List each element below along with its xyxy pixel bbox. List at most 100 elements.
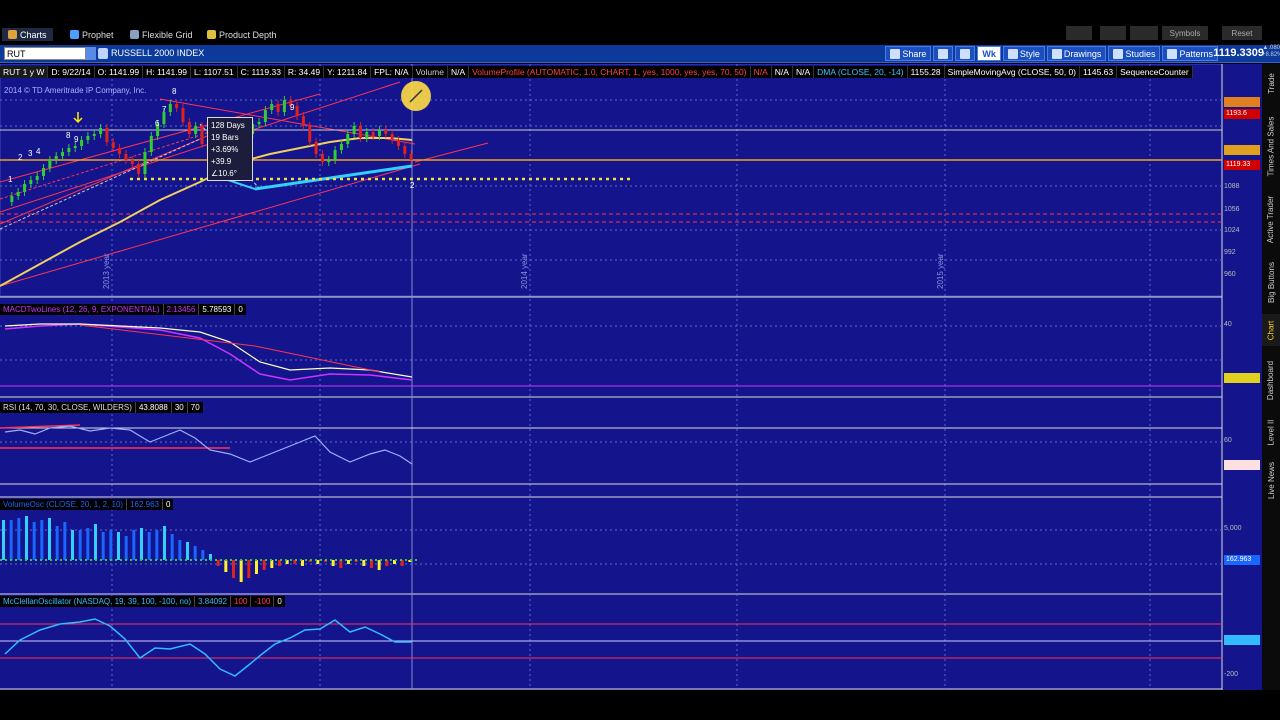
sequence-counter-label[interactable]: SequenceCounter [1117,66,1193,78]
rsi-line [4,425,413,465]
volume-osc-bar [362,560,366,566]
tooltip-days: 128 Days [211,121,245,130]
macd-study-label[interactable]: MACDTwoLines (12, 26, 9, EXPONENTIAL) [0,304,163,315]
candle-body [320,154,324,162]
candle-body [371,132,375,136]
wave-label: 2 [410,181,415,190]
share-button[interactable]: Share [885,46,932,61]
side-tab-trade[interactable]: Trade [1262,66,1280,100]
link-icon[interactable] [98,48,108,59]
studies-button[interactable]: Studies [1108,46,1161,61]
wave-label: 2 [18,153,23,162]
mcclellan-study-label[interactable]: McClellanOscillator (NASDAQ, 19, 39, 100… [0,596,195,607]
volume-osc-axis-label: 5,000 [1224,525,1242,532]
reset-button[interactable]: Reset [1222,26,1262,40]
tab-flexible-grid[interactable]: Flexible Grid [130,28,193,41]
volume-profile-study-label[interactable]: VolumeProfile (AUTOMATIC, 1.0, CHART, 1,… [469,66,751,78]
side-tab-dashboard[interactable]: Dashboard [1262,354,1280,406]
price-badge-sma: 1145.63 [1224,145,1260,155]
volume-osc-bar [224,560,228,572]
candle-body [86,136,90,140]
side-tab-label: Dashboard [1266,360,1276,400]
side-tab-active-trader[interactable]: Active Trader [1262,188,1280,250]
volume-osc-badge: 162.963 [1224,555,1260,565]
candle-body [181,108,185,122]
sma-study-label[interactable]: SimpleMovingAvg (CLOSE, 50, 0) [944,66,1081,78]
share-label: Share [902,48,927,59]
candle-body [143,152,147,174]
mcclellan-badge: 3.84092 [1224,635,1260,645]
chart-symbol-period[interactable]: RUT 1 y W [0,66,49,78]
wave-label: 4 [36,147,41,156]
volume-osc-bar [32,522,36,560]
volume-osc-bar [255,560,258,574]
window-link-button[interactable] [1130,26,1158,40]
volume-osc-bar [124,536,128,560]
tooltip-angle: ∠10.6° [211,169,237,178]
tab-product-depth[interactable]: Product Depth [207,28,277,41]
net-change-mini: ▲.080+8.82% [1262,45,1280,59]
candle-body [10,196,14,202]
candle-body [42,168,46,176]
copyright: 2014 © TD Ameritrade IP Company, Inc. [4,86,147,95]
drawings-button[interactable]: Drawings [1046,46,1107,61]
rsi-oversold-value: 30 [170,402,187,413]
candle-body [327,160,331,162]
side-tab-chart[interactable]: Chart [1262,314,1280,346]
tab-prophet[interactable]: Prophet [70,28,114,41]
settings-button[interactable] [955,46,976,61]
net-change-value: ▲.080 [1262,45,1280,51]
window-layout-button[interactable] [1100,26,1126,40]
rsi-value: 43.8088 [134,402,171,413]
app-tab-strip: Charts Prophet Flexible Grid Product Dep… [0,0,1280,42]
wave-label: 9 [290,103,295,112]
tab-charts[interactable]: Charts [2,28,53,41]
side-tab-times-and-sales[interactable]: Times And Sales [1262,108,1280,184]
volume-osc-bar [71,530,74,560]
volume-osc-bar [370,560,373,568]
wave-label: 8 [172,87,177,96]
volume-osc-study-label[interactable]: VolumeOsc (CLOSE, 20, 1, 2, 10) [0,499,127,510]
drawing-tools-button[interactable] [933,46,954,61]
candle-body [16,192,20,196]
side-tab-label: Times And Sales [1266,116,1276,176]
symbol-dropdown-button[interactable] [86,47,96,60]
candle-body [92,134,96,136]
side-tab-strip: Trade Times And Sales Active Trader Big … [1262,64,1280,690]
volume-osc-header: VolumeOsc (CLOSE, 20, 1, 2, 10) 162.963 … [0,499,174,510]
tab-flexible-grid-label: Flexible Grid [142,29,193,40]
mcclellan-value: 3.84092 [194,596,230,607]
volume-profile-value: N/A [792,66,815,78]
candle-body [137,164,141,174]
side-tab-label: Active Trader [1266,195,1276,243]
candle-body [301,116,305,126]
candle-body [175,104,179,108]
rsi-study-label[interactable]: RSI (14, 70, 30, CLOSE, WILDERS) [0,402,135,413]
side-tab-big-buttons[interactable]: Big Buttons [1262,254,1280,310]
tab-prophet-label: Prophet [82,29,114,40]
side-tab-level-ii[interactable]: Level II [1262,412,1280,452]
symbol-input[interactable] [4,47,86,60]
symbols-button[interactable]: Symbols [1162,26,1208,40]
candle-body [105,128,109,142]
share-icon [890,48,901,59]
style-label: Style [1019,48,1040,59]
side-tab-live-news[interactable]: Live News [1262,456,1280,504]
bar-open: O: 1141.99 [94,66,144,78]
patterns-button[interactable]: Patterns [1162,46,1218,61]
price-axis-label: 992 [1224,249,1236,256]
bar-low: L: 1107.51 [191,66,238,78]
price-axis-label: 1056 [1224,206,1240,213]
volume-osc-bar [170,534,174,560]
volume-osc-bar [262,560,266,570]
dma-study-label[interactable]: DMA (CLOSE, 20, -14) [814,66,908,78]
candle-body [263,110,267,122]
volume-study-label[interactable]: Volume [412,66,448,78]
style-button[interactable]: Style [1002,46,1045,61]
window-restore-button[interactable] [1066,26,1092,40]
tooltip-points: +39.9 [211,157,232,166]
macd-axis-label: 40 [1224,321,1232,328]
period-button[interactable]: Wk [977,46,1001,61]
wave-label: 1 [8,175,13,184]
volume-osc-bars [2,516,412,582]
